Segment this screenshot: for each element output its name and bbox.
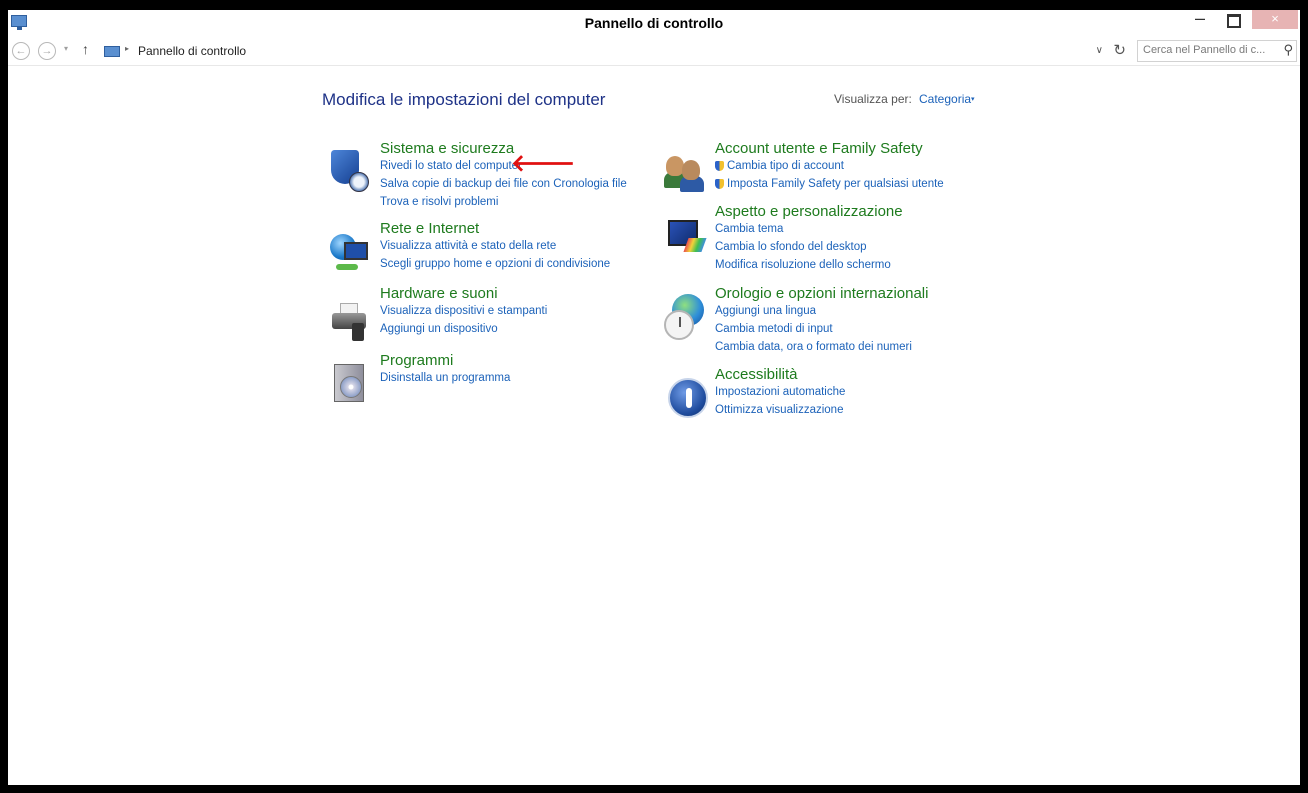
link-add-device[interactable]: Aggiungi un dispositivo — [380, 320, 547, 338]
link-family-safety[interactable]: Imposta Family Safety per qualsiasi uten… — [715, 175, 944, 193]
link-file-history-backup[interactable]: Salva copie di backup dei file con Crono… — [380, 175, 627, 193]
breadcrumb-control-panel[interactable]: Pannello di controllo — [138, 44, 246, 58]
category-title-ease-of-access[interactable]: Accessibilità — [715, 366, 845, 383]
view-by-dropdown[interactable]: Categoria — [919, 92, 971, 106]
link-change-theme[interactable]: Cambia tema — [715, 220, 903, 238]
refresh-button[interactable]: ↻ — [1113, 41, 1126, 59]
user-accounts-icon[interactable] — [662, 150, 708, 196]
link-input-methods[interactable]: Cambia metodi di input — [715, 320, 928, 338]
category-title-user-accounts[interactable]: Account utente e Family Safety — [715, 140, 944, 157]
clock-region-icon[interactable] — [664, 294, 710, 340]
network-internet-icon[interactable] — [328, 232, 374, 278]
close-button[interactable]: × — [1252, 10, 1298, 29]
address-bar: ← → ▾ ↑ ▸ Pannello di controllo ∨ ↻ Cerc… — [8, 38, 1300, 66]
link-optimize-display[interactable]: Ottimizza visualizzazione — [715, 401, 845, 419]
search-input[interactable]: Cerca nel Pannello di c... ⚲ — [1137, 40, 1297, 62]
category-ease-of-access: Accessibilità Impostazioni automatiche O… — [715, 366, 845, 419]
search-placeholder: Cerca nel Pannello di c... — [1143, 44, 1266, 56]
category-clock-region: Orologio e opzioni internazionali Aggiun… — [715, 285, 928, 356]
category-title-appearance[interactable]: Aspetto e personalizzazione — [715, 203, 903, 220]
link-change-background[interactable]: Cambia lo sfondo del desktop — [715, 238, 903, 256]
chevron-down-icon[interactable]: ▾ — [971, 95, 975, 103]
system-security-icon[interactable] — [327, 148, 373, 194]
hardware-sound-icon[interactable] — [328, 299, 374, 345]
category-title-system-security[interactable]: Sistema e sicurezza — [380, 140, 627, 157]
control-panel-window: Pannello di controllo – × ← → ▾ ↑ ▸ Pann… — [0, 0, 1308, 793]
category-title-clock-region[interactable]: Orologio e opzioni internazionali — [715, 285, 928, 302]
address-dropdown-chevron-icon[interactable]: ∨ — [1096, 45, 1103, 56]
window-title: Pannello di controllo — [584, 15, 724, 31]
forward-button[interactable]: → — [38, 42, 56, 60]
link-review-computer-status[interactable]: Rivedi lo stato del computer — [380, 157, 627, 175]
title-bar[interactable]: Pannello di controllo – × — [8, 8, 1300, 36]
view-by-label: Visualizza per: — [834, 92, 912, 106]
link-uninstall-program[interactable]: Disinstalla un programma — [380, 369, 510, 387]
programs-icon[interactable] — [328, 362, 374, 408]
link-network-status[interactable]: Visualizza attività e stato della rete — [380, 237, 610, 255]
recent-locations-chevron-icon[interactable]: ▾ — [64, 44, 68, 53]
link-change-account-type[interactable]: Cambia tipo di account — [715, 157, 944, 175]
search-icon[interactable]: ⚲ — [1283, 42, 1293, 58]
ease-of-access-icon[interactable] — [666, 376, 712, 422]
page-title: Modifica le impostazioni del computer — [322, 90, 606, 109]
link-add-language[interactable]: Aggiungi una lingua — [715, 302, 928, 320]
category-title-network-internet[interactable]: Rete e Internet — [380, 220, 610, 237]
minimize-button[interactable]: – — [1188, 8, 1212, 28]
category-network-internet: Rete e Internet Visualizza attività e st… — [380, 220, 610, 273]
up-button[interactable]: ↑ — [82, 41, 89, 57]
link-date-time-format[interactable]: Cambia data, ora o formato dei numeri — [715, 338, 928, 356]
category-programs: Programmi Disinstalla un programma — [380, 352, 510, 387]
appearance-icon[interactable] — [664, 216, 710, 262]
red-arrow-annotation-icon: 🡐 — [511, 150, 576, 177]
breadcrumb-separator-icon[interactable]: ▸ — [125, 44, 129, 53]
category-system-security: Sistema e sicurezza Rivedi lo stato del … — [380, 140, 627, 211]
link-devices-printers[interactable]: Visualizza dispositivi e stampanti — [380, 302, 547, 320]
link-homegroup-sharing[interactable]: Scegli gruppo home e opzioni di condivis… — [380, 255, 610, 273]
back-button[interactable]: ← — [12, 42, 30, 60]
link-troubleshoot[interactable]: Trova e risolvi problemi — [380, 193, 627, 211]
control-panel-icon — [104, 46, 120, 57]
category-hardware-sound: Hardware e suoni Visualizza dispositivi … — [380, 285, 547, 338]
link-automatic-settings[interactable]: Impostazioni automatiche — [715, 383, 845, 401]
category-user-accounts: Account utente e Family Safety Cambia ti… — [715, 140, 944, 193]
category-title-programs[interactable]: Programmi — [380, 352, 510, 369]
category-title-hardware-sound[interactable]: Hardware e suoni — [380, 285, 547, 302]
link-screen-resolution[interactable]: Modifica risoluzione dello schermo — [715, 256, 903, 274]
category-appearance: Aspetto e personalizzazione Cambia tema … — [715, 203, 903, 274]
restore-button[interactable] — [1220, 10, 1246, 30]
